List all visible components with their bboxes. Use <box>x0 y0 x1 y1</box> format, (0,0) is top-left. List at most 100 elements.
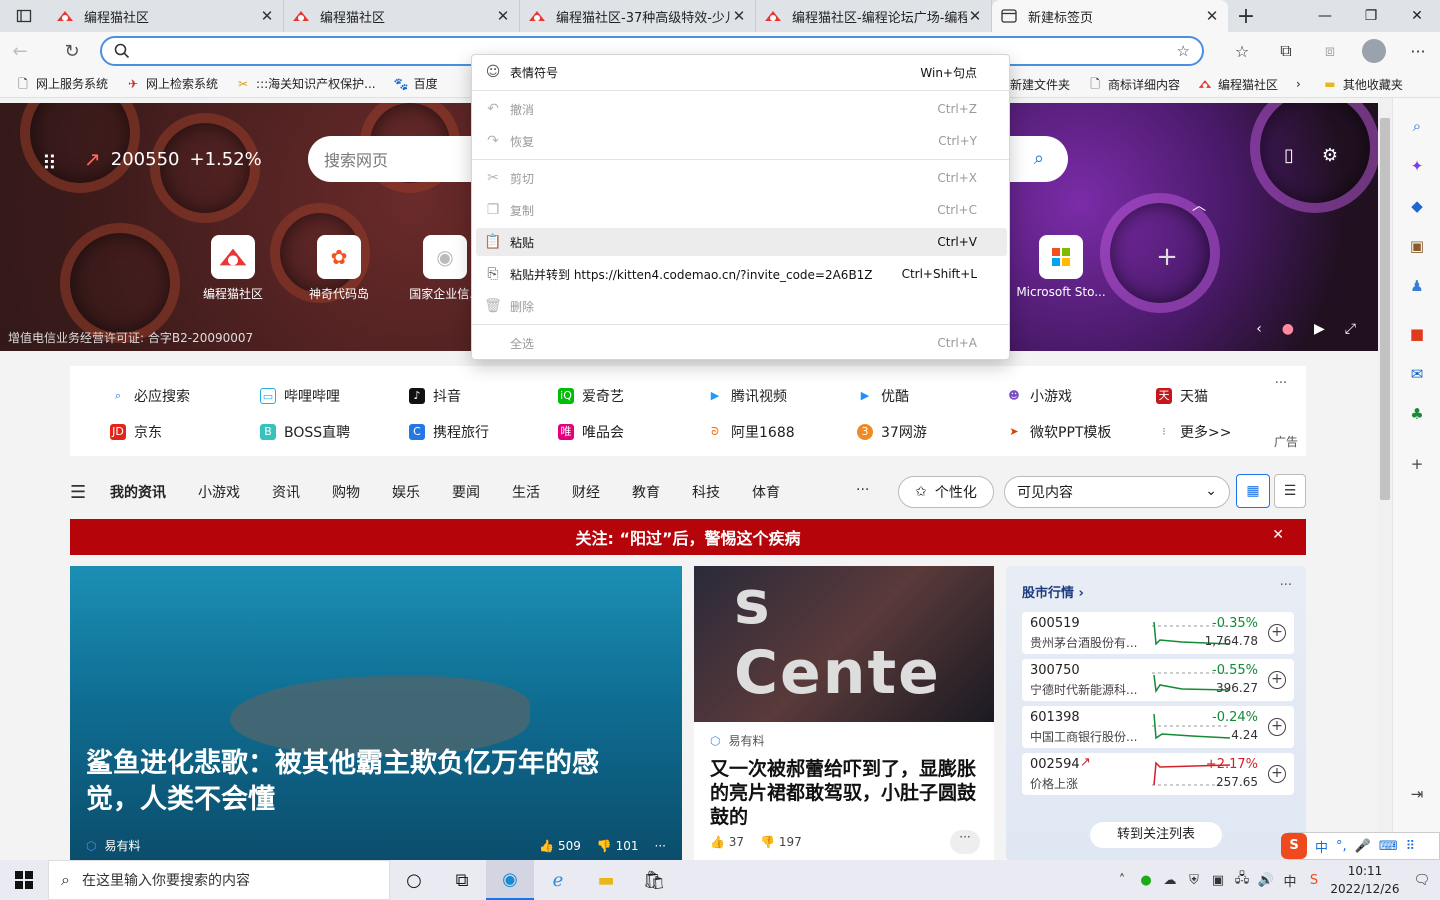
tab-my-feed[interactable]: 我的资讯 <box>110 482 166 502</box>
collections-button[interactable]: ⧉ <box>1264 32 1308 70</box>
more-links[interactable]: ⁝ 更多>> <box>1156 422 1231 442</box>
menu-item-paste[interactable]: 📋 粘贴 Ctrl+V <box>476 228 1007 256</box>
chevron-up-icon[interactable]: ˄ <box>1110 873 1134 888</box>
restore-button[interactable]: ❐ <box>1348 0 1394 32</box>
site-link[interactable]: ➤ 微软PPT模板 <box>1006 422 1111 442</box>
add-favorite-icon[interactable]: ☆ <box>1177 42 1190 60</box>
close-tab-icon[interactable]: ✕ <box>1204 7 1220 25</box>
site-link[interactable]: iQ 爱奇艺 <box>558 386 624 406</box>
minimize-button[interactable]: — <box>1302 0 1348 32</box>
taskbar-ie[interactable]: ℯ <box>534 860 582 900</box>
close-tab-icon[interactable]: ✕ <box>495 7 511 25</box>
tab-life[interactable]: 生活 <box>512 482 540 502</box>
quick-link[interactable]: Microsoft Sto... <box>1008 235 1114 299</box>
site-link[interactable]: ▶ 腾讯视频 <box>707 386 787 406</box>
tab-codemao-1[interactable]: 编程猫社区 ✕ <box>48 0 284 32</box>
network-icon[interactable]: 🖧 <box>1230 869 1254 891</box>
dislike-button[interactable]: 👎 197 <box>760 835 802 849</box>
tab-education[interactable]: 教育 <box>632 482 660 502</box>
menu-item-emoji[interactable]: ☺ 表情符号 Win+句点 <box>476 58 1007 86</box>
sidebar-outlook-icon[interactable]: ✉ <box>1405 362 1429 386</box>
settings-more-button[interactable]: ··· <box>1396 32 1440 70</box>
more-options-icon[interactable]: ··· <box>655 839 666 853</box>
mobile-icon[interactable]: ▯ <box>1284 145 1294 166</box>
widget-options-icon[interactable]: ··· <box>1280 578 1292 593</box>
taskbar-explorer[interactable]: ▬ <box>582 860 630 900</box>
site-link[interactable]: JD 京东 <box>110 422 162 442</box>
ime-mode-toggle[interactable]: 中 <box>1315 837 1328 856</box>
play-icon[interactable]: ▶ <box>1314 321 1325 337</box>
tab-shopping[interactable]: 购物 <box>332 482 360 502</box>
site-link[interactable]: 唯唯品会 <box>558 422 624 442</box>
site-link[interactable]: ▶ 优酷 <box>857 386 909 406</box>
quick-link[interactable]: ✿ 神奇代码岛 <box>286 235 392 302</box>
image-info-icon[interactable]: ● <box>1282 321 1294 337</box>
menu-item-copy[interactable]: ❐ 复制 Ctrl+C <box>476 196 1007 224</box>
grid-view-button[interactable]: ▦ <box>1236 474 1270 508</box>
page-scrollbar[interactable] <box>1378 98 1392 860</box>
punctuation-icon[interactable]: °, <box>1336 839 1347 854</box>
extensions-button[interactable]: ⧈ <box>1308 32 1352 70</box>
sidebar-collapse-icon[interactable]: ⇥ <box>1405 782 1429 806</box>
stock-row[interactable]: 002594 ↗ 价格上涨 +2.17% 257.65 + <box>1022 753 1294 795</box>
chevron-up-icon[interactable]: ︿ <box>1192 195 1206 215</box>
stock-row[interactable]: 601398 中国工商银行股份... -0.24% 4.24 + <box>1022 706 1294 748</box>
alert-banner[interactable]: 关注: “阳过”后，警惕这个疾病 ✕ <box>70 519 1306 555</box>
tab-sports[interactable]: 体育 <box>752 482 780 502</box>
site-link[interactable]: ♪ 抖音 <box>409 386 461 406</box>
menu-item-cut[interactable]: ✂ 剪切 Ctrl+X <box>476 164 1007 192</box>
tab-codemao-3[interactable]: 编程猫社区-37种高级特效-少儿编 ✕ <box>520 0 756 32</box>
taskbar-store[interactable]: 🛍 <box>630 860 678 900</box>
sidebar-tools-icon[interactable]: ▣ <box>1405 234 1429 258</box>
visible-content-select[interactable]: 可见内容 ⌄ <box>1004 476 1230 508</box>
bookmark-item[interactable]: ✂:::海关知识产权保护... <box>236 75 376 92</box>
stock-row[interactable]: 300750 宁德时代新能源科... -0.55% 396.27 + <box>1022 659 1294 701</box>
like-button[interactable]: 👍 37 <box>710 835 744 849</box>
menu-item-undo[interactable]: ↶ 撤消 Ctrl+Z <box>476 95 1007 123</box>
bookmark-item[interactable]: 🗋 网上服务系统 <box>16 75 108 92</box>
stock-widget-header[interactable]: 股市行情 › <box>1022 582 1084 601</box>
start-button[interactable] <box>0 860 48 900</box>
chevron-left-icon[interactable]: ‹ <box>1256 321 1262 337</box>
wechat-icon[interactable]: ● <box>1134 873 1158 888</box>
site-link[interactable]: ᘐ 阿里1688 <box>707 422 795 442</box>
sidebar-search-icon[interactable]: ⌕ <box>1405 114 1429 138</box>
tab-mini-games[interactable]: 小游戏 <box>198 482 240 502</box>
gear-icon[interactable]: ⚙ <box>1322 145 1338 166</box>
menu-item-select-all[interactable]: 全选 Ctrl+A <box>476 329 1007 357</box>
close-tab-icon[interactable]: ✕ <box>731 7 747 25</box>
sogou-tray-icon[interactable]: S <box>1302 873 1326 888</box>
bookmark-item[interactable]: 🐾 百度 <box>394 75 438 92</box>
apps-icon[interactable]: ⠿ <box>1406 839 1416 854</box>
back-button[interactable]: ← <box>0 32 40 70</box>
sidebar-shopping-icon[interactable]: ◆ <box>1405 194 1429 218</box>
stock-row[interactable]: 600519 贵州茅台酒股份有... -0.35% 1,764.78 + <box>1022 612 1294 654</box>
keyboard-icon[interactable]: ⌨ <box>1379 839 1398 854</box>
microphone-icon[interactable]: 🎤 <box>1355 839 1371 854</box>
tab-entertainment[interactable]: 娱乐 <box>392 482 420 502</box>
add-watch-icon[interactable]: + <box>1268 624 1286 642</box>
add-watch-icon[interactable]: + <box>1268 765 1286 783</box>
more-options-icon[interactable]: ··· <box>950 830 980 854</box>
more-categories-icon[interactable]: ··· <box>856 482 869 498</box>
tab-new-tab[interactable]: 新建标签页 ✕ <box>992 0 1228 32</box>
quick-link[interactable]: 编程猫社区 <box>180 235 286 302</box>
close-tab-icon[interactable]: ✕ <box>967 7 983 25</box>
security-icon[interactable]: ⛨ <box>1182 873 1206 888</box>
site-link[interactable]: B BOSS直聘 <box>260 422 350 442</box>
sidebar-office-icon[interactable]: ■ <box>1405 322 1429 346</box>
close-icon[interactable]: ✕ <box>1272 527 1284 543</box>
refresh-button[interactable]: ↻ <box>52 32 92 70</box>
taskbar-clock[interactable]: 10:11 2022/12/26 <box>1326 862 1404 898</box>
links-options-icon[interactable]: ··· <box>1266 376 1296 396</box>
sidebar-discover-icon[interactable]: ✦ <box>1405 154 1429 178</box>
other-favorites[interactable]: ▬ 其他收藏夹 <box>1323 76 1403 93</box>
taskbar-search[interactable]: ⌕ 在这里输入你要搜索的内容 <box>48 860 390 900</box>
bookmark-item[interactable]: 🗋 商标详细内容 <box>1088 76 1180 93</box>
hamburger-menu-icon[interactable]: ☰ <box>70 482 110 503</box>
sogou-logo-icon[interactable]: S <box>1281 833 1307 859</box>
sidebar-add-icon[interactable]: + <box>1405 452 1429 476</box>
stock-ticker[interactable]: ↗ 200550 +1.52% <box>84 147 262 171</box>
taskbar-edge[interactable]: ◉ <box>486 860 534 900</box>
list-view-button[interactable]: ☰ <box>1274 474 1306 508</box>
